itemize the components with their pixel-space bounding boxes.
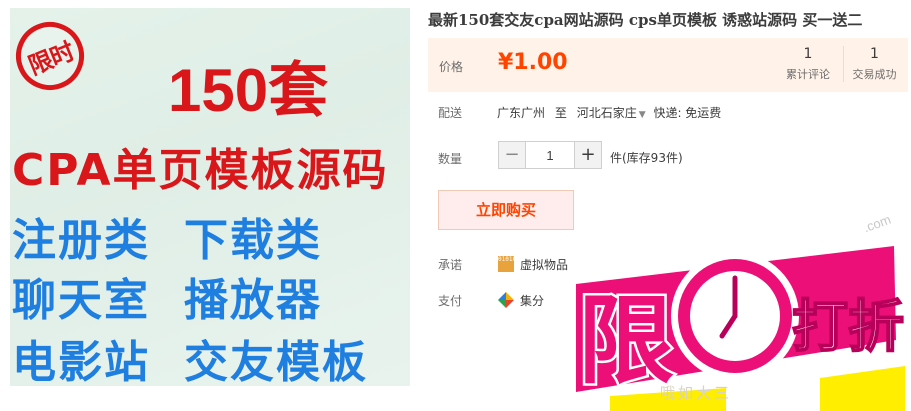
trades-count: 1 — [870, 46, 879, 62]
quantity-increase-button[interactable]: + — [575, 142, 601, 168]
ship-from: 广东广州 — [497, 106, 546, 120]
banner-bottom-text: 哦如大三 — [660, 384, 733, 402]
image-row-3: 电影站 交友模板 — [12, 326, 368, 386]
reviews-label: 累计评论 — [786, 68, 830, 81]
ship-to-select[interactable]: 河北石家庄 — [577, 106, 637, 120]
image-headline: 150套 — [168, 57, 329, 124]
price-panel: 价格 ¥1.00 1 累计评论 1 交易成功 — [428, 38, 908, 92]
banner-yellow-corner — [820, 366, 905, 411]
quantity-input[interactable] — [525, 142, 575, 168]
chevron-down-icon[interactable]: ▼ — [639, 110, 646, 120]
banner-char-xian: 限 — [578, 285, 674, 397]
image-cpa-line: CPA单页模板源码 — [12, 145, 389, 196]
trades-label: 交易成功 — [852, 68, 897, 81]
image-row-1-left: 注册类 — [12, 215, 150, 266]
quantity-stepper: − + — [498, 141, 602, 169]
price-label: 价格 — [439, 60, 464, 74]
ship-to-word: 至 — [554, 106, 567, 120]
image-row-2-right: 播放器 — [184, 275, 322, 326]
promise-label: 承诺 — [438, 258, 463, 272]
banner-text-dazhe: 打折 — [792, 295, 904, 360]
quantity-decrease-button[interactable]: − — [499, 142, 525, 168]
product-title: 最新150套交友cpa网站源码 cps单页模板 诱惑站源码 买一送二 — [428, 11, 863, 29]
virtual-goods-icon: 010101 — [498, 256, 520, 272]
image-row-1-right: 下载类 — [184, 215, 322, 266]
shipping-info: 广东广州 至 河北石家庄 ▼ 快递: 免运费 — [497, 104, 727, 121]
reviews-count: 1 — [803, 46, 813, 62]
buy-now-button[interactable]: 立即购买 — [438, 190, 574, 230]
image-row-3-right: 交友模板 — [184, 337, 368, 386]
jifenbao-icon — [498, 292, 514, 308]
image-row-2-left: 聊天室 — [12, 275, 150, 326]
limited-time-stamp: 限时 — [10, 11, 95, 101]
stock-info: 件(库存93件) — [610, 151, 683, 165]
product-image[interactable]: 限时 150套 CPA单页模板源码 注册类 下载类 聊天室 播放器 电影站 交友模板 — [10, 8, 410, 386]
image-row-2: 聊天室 播放器 — [12, 264, 322, 328]
payment-label: 支付 — [438, 294, 463, 308]
stamp-text: 限时 — [24, 36, 78, 80]
shipping-label: 配送 — [438, 106, 463, 120]
image-row-3-left: 电影站 — [12, 337, 150, 386]
quantity-label: 数量 — [438, 152, 463, 166]
reviews-stat[interactable]: 1 累计评论 — [778, 46, 838, 82]
price-value: ¥1.00 — [498, 50, 568, 75]
ship-fee: 快递: 免运费 — [653, 106, 722, 120]
image-row-1: 注册类 下载类 — [12, 204, 322, 268]
trades-stat[interactable]: 1 交易成功 — [843, 46, 905, 82]
